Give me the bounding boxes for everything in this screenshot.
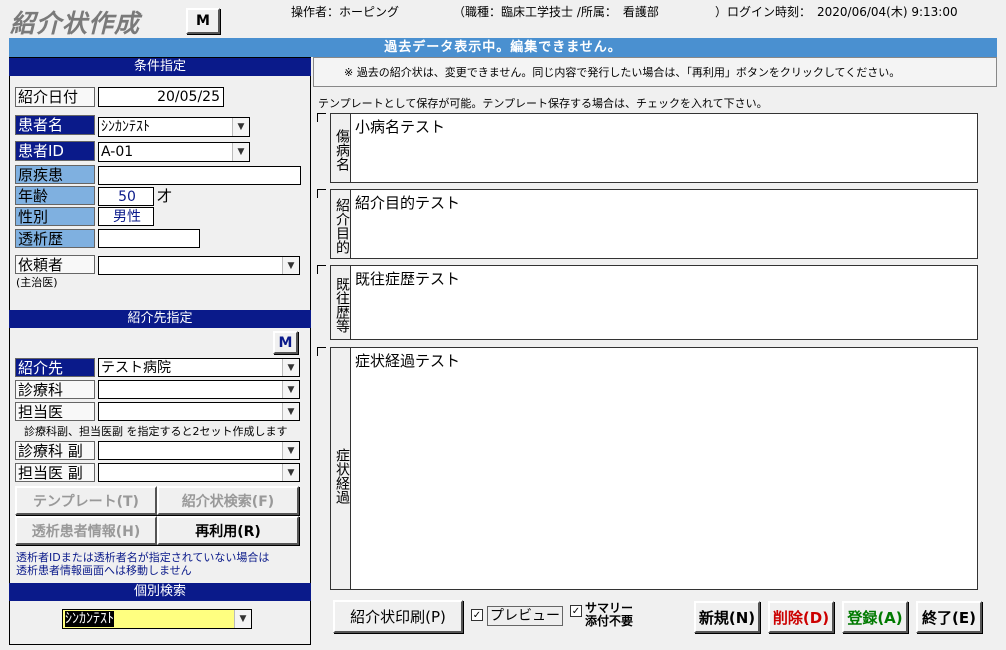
job-text: （職種：臨床工学技士 /所属： 看護部 bbox=[453, 5, 659, 19]
template-checkbox-purpose[interactable] bbox=[317, 189, 326, 198]
history-section: 既往歴等 既往症歴テスト bbox=[330, 265, 978, 340]
chevron-down-icon[interactable]: ▼ bbox=[282, 257, 299, 274]
preview-checkbox[interactable]: ✓ bbox=[471, 609, 483, 621]
requester-label: 依頼者 bbox=[15, 255, 95, 274]
template-note: テンプレートとして保存が可能。テンプレート保存する場合は、チェックを入れて下さい… bbox=[318, 97, 768, 110]
print-button[interactable]: 紹介状印刷(P) bbox=[333, 600, 463, 633]
date-label: 紹介日付 bbox=[15, 87, 95, 107]
disease-label: 原疾患 bbox=[15, 165, 95, 184]
destination-combo[interactable]: テスト病院 ▼ bbox=[98, 358, 300, 377]
delete-button[interactable]: 削除(D) bbox=[768, 601, 834, 633]
sex-field[interactable]: 男性 bbox=[98, 207, 154, 226]
patient-name-label: 患者名 bbox=[15, 115, 95, 135]
progress-label: 症状経過 bbox=[331, 348, 351, 589]
chevron-down-icon[interactable]: ▼ bbox=[234, 610, 251, 628]
individual-search-value: ｼﾝｶﾝﾃｽﾄ bbox=[65, 611, 114, 627]
template-checkbox-history[interactable] bbox=[317, 265, 326, 274]
requester-sub-label: (主治医) bbox=[16, 276, 58, 289]
doctor-combo[interactable]: ▼ bbox=[98, 402, 300, 421]
dialysis-history-field[interactable] bbox=[98, 229, 200, 248]
history-label: 既往歴等 bbox=[331, 266, 351, 339]
individual-search-header: 個別検索 bbox=[9, 583, 311, 601]
diagnosis-text[interactable]: 小病名テスト bbox=[355, 116, 445, 137]
doctor-label: 担当医 bbox=[15, 402, 95, 421]
department2-label: 診療科 副 bbox=[15, 441, 95, 460]
sex-label: 性別 bbox=[15, 207, 95, 226]
chevron-down-icon[interactable]: ▼ bbox=[282, 381, 299, 398]
purpose-section: 紹介目的 紹介目的テスト bbox=[330, 189, 978, 259]
template-checkbox-progress[interactable] bbox=[317, 347, 326, 356]
diagnosis-label: 傷病名 bbox=[331, 114, 351, 182]
patient-id-combo[interactable]: A-01 ▼ bbox=[98, 142, 250, 162]
destination-label: 紹介先 bbox=[15, 358, 95, 377]
master-button[interactable]: M bbox=[186, 8, 220, 34]
destination-header: 紹介先指定 bbox=[9, 310, 311, 328]
doctor2-combo[interactable]: ▼ bbox=[98, 463, 300, 482]
requester-combo[interactable]: ▼ bbox=[98, 256, 300, 275]
end-button[interactable]: 終了(E) bbox=[916, 601, 982, 633]
age-unit: 才 bbox=[157, 187, 173, 205]
date-field[interactable]: 20/05/25 bbox=[98, 87, 224, 107]
chevron-down-icon[interactable]: ▼ bbox=[282, 442, 299, 459]
summary-checkbox[interactable]: ✓ bbox=[570, 605, 582, 617]
chevron-down-icon[interactable]: ▼ bbox=[282, 403, 299, 420]
diagnosis-section: 傷病名 小病名テスト bbox=[330, 113, 978, 183]
template-checkbox-diagnosis[interactable] bbox=[317, 113, 326, 122]
destination-master-button[interactable]: M bbox=[273, 331, 298, 354]
register-button[interactable]: 登録(A) bbox=[842, 601, 908, 633]
dialysis-history-label: 透析歴 bbox=[15, 229, 95, 248]
past-data-banner: 過去データ表示中。編集できません。 bbox=[9, 38, 997, 57]
chevron-down-icon[interactable]: ▼ bbox=[232, 143, 249, 161]
dual-set-note: 診療科副、担当医副 を指定すると2セット作成します bbox=[24, 425, 288, 438]
individual-search-combo[interactable]: ｼﾝｶﾝﾃｽﾄ ▼ bbox=[62, 609, 252, 629]
dialysis-patient-info-button[interactable]: 透析患者情報(H) bbox=[15, 516, 157, 545]
warning-line-2: 透析患者情報画面へは移動しません bbox=[16, 564, 192, 577]
department-label: 診療科 bbox=[15, 380, 95, 399]
age-field[interactable]: 50 bbox=[98, 187, 154, 206]
progress-section: 症状経過 症状経過テスト bbox=[330, 347, 978, 590]
doctor2-label: 担当医 副 bbox=[15, 463, 95, 482]
letter-search-button[interactable]: 紹介状検索(F) bbox=[157, 486, 299, 515]
template-button[interactable]: テンプレート(T) bbox=[15, 486, 157, 515]
chevron-down-icon[interactable]: ▼ bbox=[282, 359, 299, 376]
destination-value: テスト病院 bbox=[101, 360, 171, 376]
department-combo[interactable]: ▼ bbox=[98, 380, 300, 399]
preview-label[interactable]: プレビュー bbox=[487, 606, 563, 626]
patient-id-value: A-01 bbox=[101, 144, 134, 160]
purpose-text[interactable]: 紹介目的テスト bbox=[355, 192, 460, 213]
new-button[interactable]: 新規(N) bbox=[694, 601, 760, 633]
login-label: ）ログイン時刻： bbox=[715, 5, 812, 19]
page-title: 紹介状作成 bbox=[10, 9, 141, 38]
patient-name-value: ｼﾝｶﾝﾃｽﾄ bbox=[101, 119, 150, 135]
reuse-button[interactable]: 再利用(R) bbox=[157, 516, 299, 545]
history-text[interactable]: 既往症歴テスト bbox=[355, 268, 460, 289]
operator-text: 操作者：ホーピング bbox=[291, 5, 400, 19]
chevron-down-icon[interactable]: ▼ bbox=[282, 464, 299, 481]
progress-text[interactable]: 症状経過テスト bbox=[355, 350, 460, 371]
conditions-header: 条件指定 bbox=[9, 58, 311, 76]
login-time: 2020/06/04(木) 9:13:00 bbox=[817, 5, 958, 19]
patient-name-combo[interactable]: ｼﾝｶﾝﾃｽﾄ ▼ bbox=[98, 117, 250, 137]
chevron-down-icon[interactable]: ▼ bbox=[232, 118, 249, 136]
past-letter-note: ※ 過去の紹介状は、変更できません。同じ内容で発行したい場合は、「再利用」ボタン… bbox=[313, 57, 997, 87]
patient-id-label: 患者ID bbox=[15, 141, 95, 161]
summary-label-2: 添付不要 bbox=[585, 614, 634, 628]
department2-combo[interactable]: ▼ bbox=[98, 441, 300, 460]
age-label: 年齢 bbox=[15, 186, 95, 205]
disease-field[interactable] bbox=[98, 166, 301, 185]
purpose-label: 紹介目的 bbox=[331, 190, 351, 258]
